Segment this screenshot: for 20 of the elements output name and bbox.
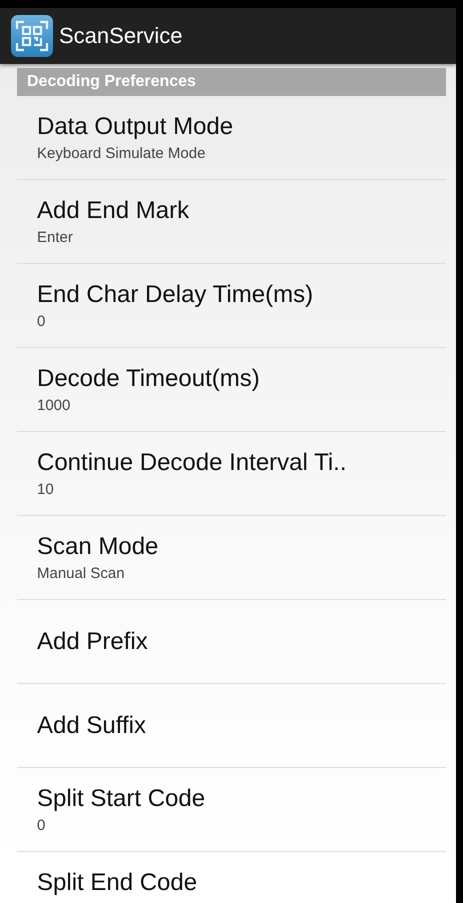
category-header: Decoding Preferences	[17, 68, 446, 96]
preference-item[interactable]: Data Output Mode Keyboard Simulate Mode	[17, 96, 446, 180]
preference-item[interactable]: Split Start Code 0	[17, 768, 446, 852]
preference-item[interactable]: Continue Decode Interval Ti.. 10	[17, 432, 446, 516]
preference-item[interactable]: Split End Code	[17, 852, 446, 903]
preference-summary: 10	[37, 480, 55, 500]
app-icon	[11, 15, 53, 57]
preference-summary: Keyboard Simulate Mode	[37, 144, 206, 164]
preference-item[interactable]: Add End Mark Enter	[17, 180, 446, 264]
preference-item[interactable]: Add Prefix	[17, 600, 446, 684]
preference-summary: 0	[37, 312, 46, 332]
preference-summary: Enter	[37, 228, 74, 248]
preference-item[interactable]: Scan Mode Manual Scan	[17, 516, 446, 600]
preference-item[interactable]: Add Suffix	[17, 684, 446, 768]
preference-summary: 1000	[37, 396, 72, 416]
preference-item[interactable]: Decode Timeout(ms) 1000	[17, 348, 446, 432]
preference-item[interactable]: End Char Delay Time(ms) 0	[17, 264, 446, 348]
app-title: ScanService	[59, 23, 183, 49]
preference-summary: Manual Scan	[37, 564, 126, 584]
preference-summary: 0	[37, 816, 46, 836]
